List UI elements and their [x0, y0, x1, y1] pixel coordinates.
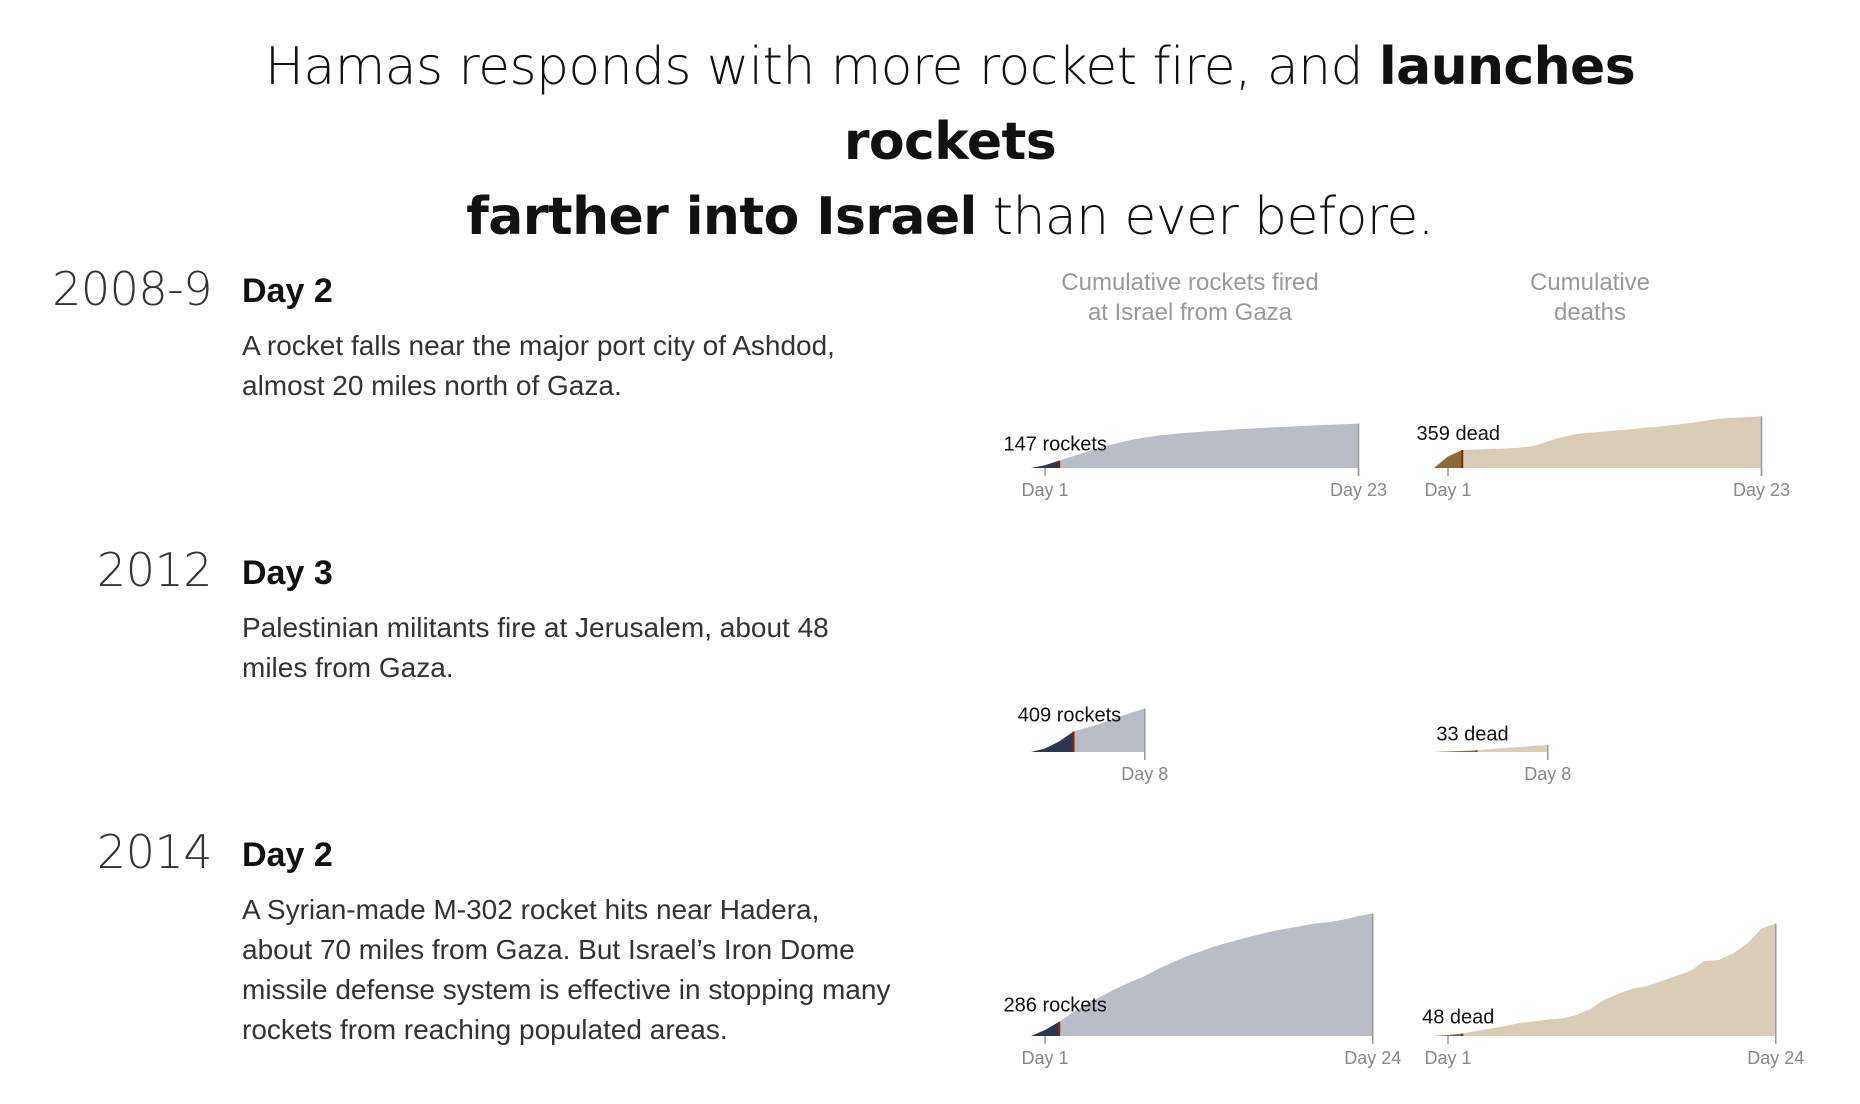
- value-annotation: 359 dead: [1417, 423, 1500, 445]
- charts-canvas: 147 rockets Day 1 Day 23 359 dead Day 1 Day 2…: [1004, 416, 1804, 1068]
- x-tick-label: Day 1: [1424, 1048, 1471, 1068]
- x-tick-label: Day 1: [1424, 480, 1471, 500]
- x-tick-label: Day 23: [1330, 480, 1387, 500]
- x-tick-label: Day 8: [1121, 764, 1168, 784]
- area-highlight: [1434, 450, 1463, 468]
- value-annotation: 33 dead: [1436, 723, 1508, 745]
- area-series: [1434, 745, 1548, 752]
- area-highlight: [1434, 750, 1477, 752]
- x-tick-label: Day 23: [1733, 480, 1790, 500]
- value-annotation: 48 dead: [1422, 1007, 1494, 1029]
- value-annotation: 409 rockets: [1018, 705, 1121, 727]
- area-highlight: [1031, 731, 1074, 752]
- x-tick-label: Day 24: [1344, 1048, 1401, 1068]
- x-tick-label: Day 24: [1747, 1048, 1804, 1068]
- x-tick-label: Day 8: [1524, 764, 1571, 784]
- x-tick-label: Day 1: [1021, 480, 1068, 500]
- area-series: [1031, 913, 1373, 1036]
- area-highlight: [1434, 1033, 1463, 1036]
- area-highlight: [1031, 1021, 1060, 1036]
- x-tick-label: Day 1: [1021, 1048, 1068, 1068]
- area-highlight: [1031, 460, 1060, 468]
- value-annotation: 147 rockets: [1004, 434, 1107, 456]
- value-annotation: 286 rockets: [1004, 995, 1107, 1017]
